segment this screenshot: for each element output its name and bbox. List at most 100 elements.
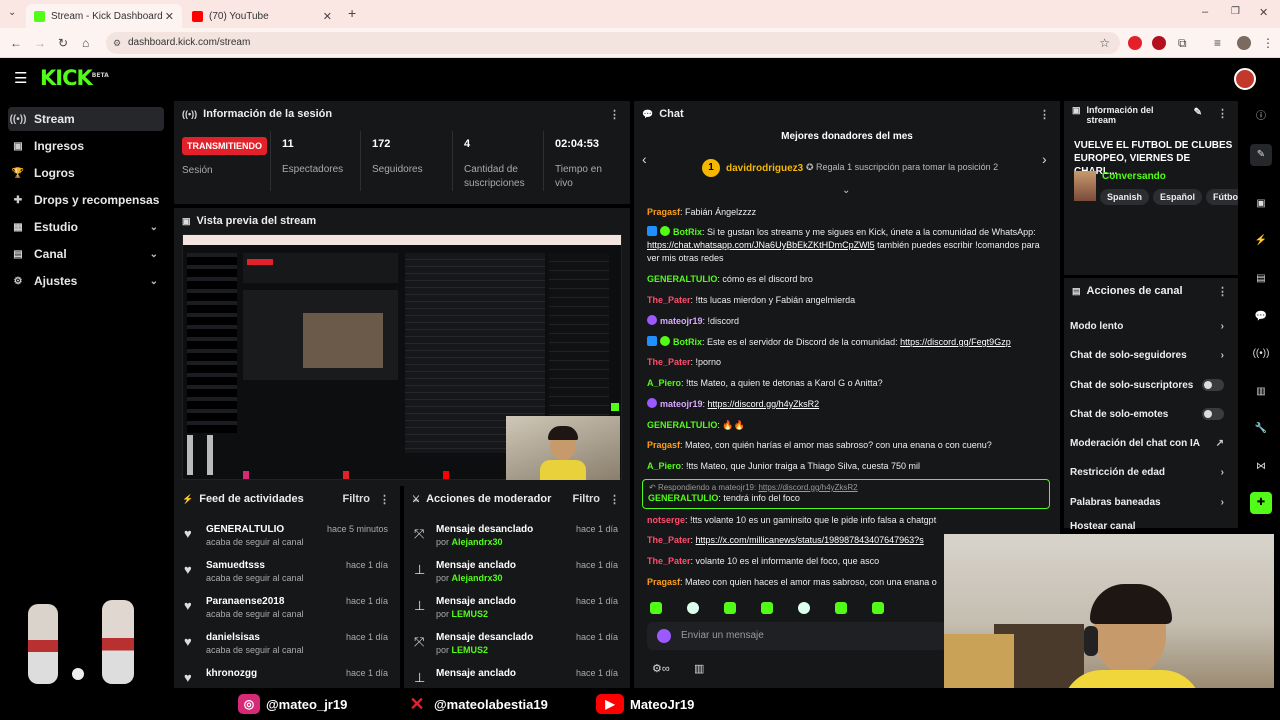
chat-username[interactable]: A_Piero	[647, 378, 681, 388]
tag-chip[interactable]: Español	[1153, 189, 1203, 205]
chat-link[interactable]: https://x.com/millicanews/status/1989878…	[696, 535, 924, 545]
moderator-name[interactable]: LEMUS2	[452, 645, 489, 655]
slow-mode-row[interactable]: Modo lento ›	[1070, 321, 1230, 332]
notes-icon[interactable]: ▤	[1250, 268, 1272, 290]
more-options-icon[interactable]: ⋮	[1217, 107, 1228, 120]
moderator-name[interactable]: Alejandrx30	[452, 537, 503, 547]
feed-user[interactable]: GENERALTULIO	[206, 524, 284, 535]
tab-search-icon[interactable]: ⌄	[8, 7, 16, 18]
reload-icon[interactable]: ↻	[58, 36, 68, 50]
chat-input[interactable]: Enviar un mensaje	[647, 622, 947, 650]
emote-icon[interactable]	[872, 602, 884, 614]
bookmark-star-icon[interactable]: ☆	[1099, 32, 1110, 54]
chat-store-icon[interactable]: ▥	[694, 662, 704, 675]
emote-icon[interactable]	[650, 602, 662, 614]
chat-username[interactable]: A_Piero	[647, 461, 681, 471]
filter-button[interactable]: Filtro	[573, 493, 601, 505]
chat-username[interactable]: BotRix	[673, 337, 702, 347]
more-options-icon[interactable]: ⋮	[609, 108, 620, 121]
broadcast-icon[interactable]: ((•))	[1250, 343, 1272, 365]
more-options-icon[interactable]: ⋮	[379, 493, 390, 506]
chat-settings-icon[interactable]: ⚙∞	[652, 662, 670, 675]
tab-youtube[interactable]: (70) YouTube ✕	[184, 4, 340, 28]
info-icon[interactable]: ⓘ	[1250, 106, 1272, 128]
subscribers-only-toggle[interactable]	[1202, 379, 1224, 391]
chat-username[interactable]: The_Pater	[647, 357, 691, 367]
tab-kick-dashboard[interactable]: Stream - Kick Dashboard ✕	[26, 4, 182, 28]
stream-category[interactable]: Conversando	[1102, 171, 1166, 182]
hamburger-menu-icon[interactable]: ☰	[14, 69, 27, 87]
emote-icon[interactable]	[724, 602, 736, 614]
chat-username[interactable]: The_Pater	[647, 295, 691, 305]
emote-icon[interactable]	[687, 602, 699, 614]
edit-icon[interactable]: ✎	[1250, 144, 1272, 166]
chat-username[interactable]: The_Pater	[647, 556, 691, 566]
chat-username[interactable]: mateojr19	[660, 316, 703, 326]
reply-link[interactable]: https://discord.gg/h4yZksR2	[758, 483, 857, 492]
banned-words-row[interactable]: Palabras baneadas ›	[1070, 497, 1230, 508]
maximize-icon[interactable]: ❐	[1231, 6, 1240, 17]
chevron-left-icon[interactable]: ‹	[642, 151, 647, 167]
home-icon[interactable]: ⌂	[82, 36, 89, 50]
followers-only-row[interactable]: Chat de solo-seguidores ›	[1070, 350, 1230, 361]
extensions-puzzle-icon[interactable]: ⧉	[1178, 36, 1187, 51]
chat-username[interactable]: mateojr19	[660, 399, 703, 409]
sidebar-item-logros[interactable]: 🏆 Logros	[8, 161, 164, 185]
share-icon[interactable]: ⋈	[1250, 456, 1272, 478]
chat-username[interactable]: GENERALTULIO	[647, 274, 717, 284]
address-bar[interactable]: ⚙ dashboard.kick.com/stream ☆	[106, 32, 1120, 54]
chat-link[interactable]: https://chat.whatsapp.com/JNa6UyBbEkZKtH…	[647, 240, 875, 250]
sidebar-item-ajustes[interactable]: ⚙ Ajustes ⌄	[8, 269, 164, 293]
edit-icon[interactable]: ✎	[1194, 107, 1202, 118]
chat-icon[interactable]: 💬	[1250, 306, 1272, 328]
host-channel-row[interactable]: Hostear canal	[1070, 521, 1230, 529]
emote-icon[interactable]	[835, 602, 847, 614]
donor-name[interactable]: davidrodriguez3	[726, 163, 803, 174]
sidebar-item-canal[interactable]: ▤ Canal ⌄	[8, 242, 164, 266]
kick-logo[interactable]: KICKBETA	[40, 66, 109, 90]
chat-username[interactable]: GENERALTULIO	[647, 420, 717, 430]
user-avatar[interactable]	[1234, 68, 1256, 90]
feed-user[interactable]: Samuedtsss	[206, 560, 265, 571]
feed-user[interactable]: danielsisas	[206, 632, 260, 643]
forward-icon[interactable]: →	[34, 36, 46, 50]
chat-username[interactable]: BotRix	[673, 227, 702, 237]
chat-username[interactable]: Pragasf	[647, 207, 680, 217]
sidebar-item-estudio[interactable]: ▦ Estudio ⌄	[8, 215, 164, 239]
donor-cta[interactable]: ✪ Regala 1 suscripción para tomar la pos…	[806, 162, 998, 173]
site-info-icon[interactable]: ⚙	[113, 32, 121, 54]
back-icon[interactable]: ←	[10, 36, 22, 50]
chat-username[interactable]: The_Pater	[647, 535, 691, 545]
filter-button[interactable]: Filtro	[343, 493, 371, 505]
chat-link[interactable]: https://discord.gg/h4yZksR2	[708, 399, 820, 409]
tag-chip[interactable]: Spanish	[1100, 189, 1150, 205]
more-options-icon[interactable]: ⋮	[1217, 285, 1228, 298]
sidebar-item-drops[interactable]: ✚ Drops y recompensas	[8, 188, 164, 212]
sidebar-item-ingresos[interactable]: ▣ Ingresos	[8, 134, 164, 158]
ai-moderation-row[interactable]: Moderación del chat con IA ↗	[1070, 438, 1230, 449]
moderator-name[interactable]: Alejandrx30	[452, 573, 503, 583]
layout-icon[interactable]: ▥	[1250, 381, 1272, 403]
feed-user[interactable]: Paranaense2018	[206, 596, 284, 607]
wrench-icon[interactable]: 🔧	[1250, 418, 1272, 440]
collapse-icon[interactable]: ⌄	[842, 185, 850, 196]
age-restriction-row[interactable]: Restricción de edad ›	[1070, 467, 1230, 478]
feed-user[interactable]: khronozgg	[206, 668, 257, 679]
more-options-icon[interactable]: ⋮	[609, 493, 620, 506]
close-tab-icon[interactable]: ✕	[165, 10, 174, 23]
extension-icon[interactable]	[1128, 36, 1142, 50]
close-tab-icon[interactable]: ✕	[323, 10, 332, 23]
extension-icon[interactable]	[1152, 36, 1166, 50]
tag-chip[interactable]: Fútbol	[1206, 189, 1238, 205]
profile-avatar-icon[interactable]	[1237, 36, 1251, 50]
new-tab-icon[interactable]: +	[348, 5, 356, 21]
minimize-icon[interactable]: –	[1202, 6, 1208, 18]
more-options-icon[interactable]: ⋮	[1039, 108, 1050, 121]
chat-username[interactable]: Pragasf	[647, 440, 680, 450]
moderator-name[interactable]: LEMUS2	[452, 609, 489, 619]
emotes-only-toggle[interactable]	[1202, 408, 1224, 420]
chat-username[interactable]: Pragasf	[647, 577, 680, 587]
emote-icon[interactable]	[798, 602, 810, 614]
close-window-icon[interactable]: ✕	[1259, 6, 1268, 19]
chevron-right-icon[interactable]: ›	[1042, 151, 1047, 167]
